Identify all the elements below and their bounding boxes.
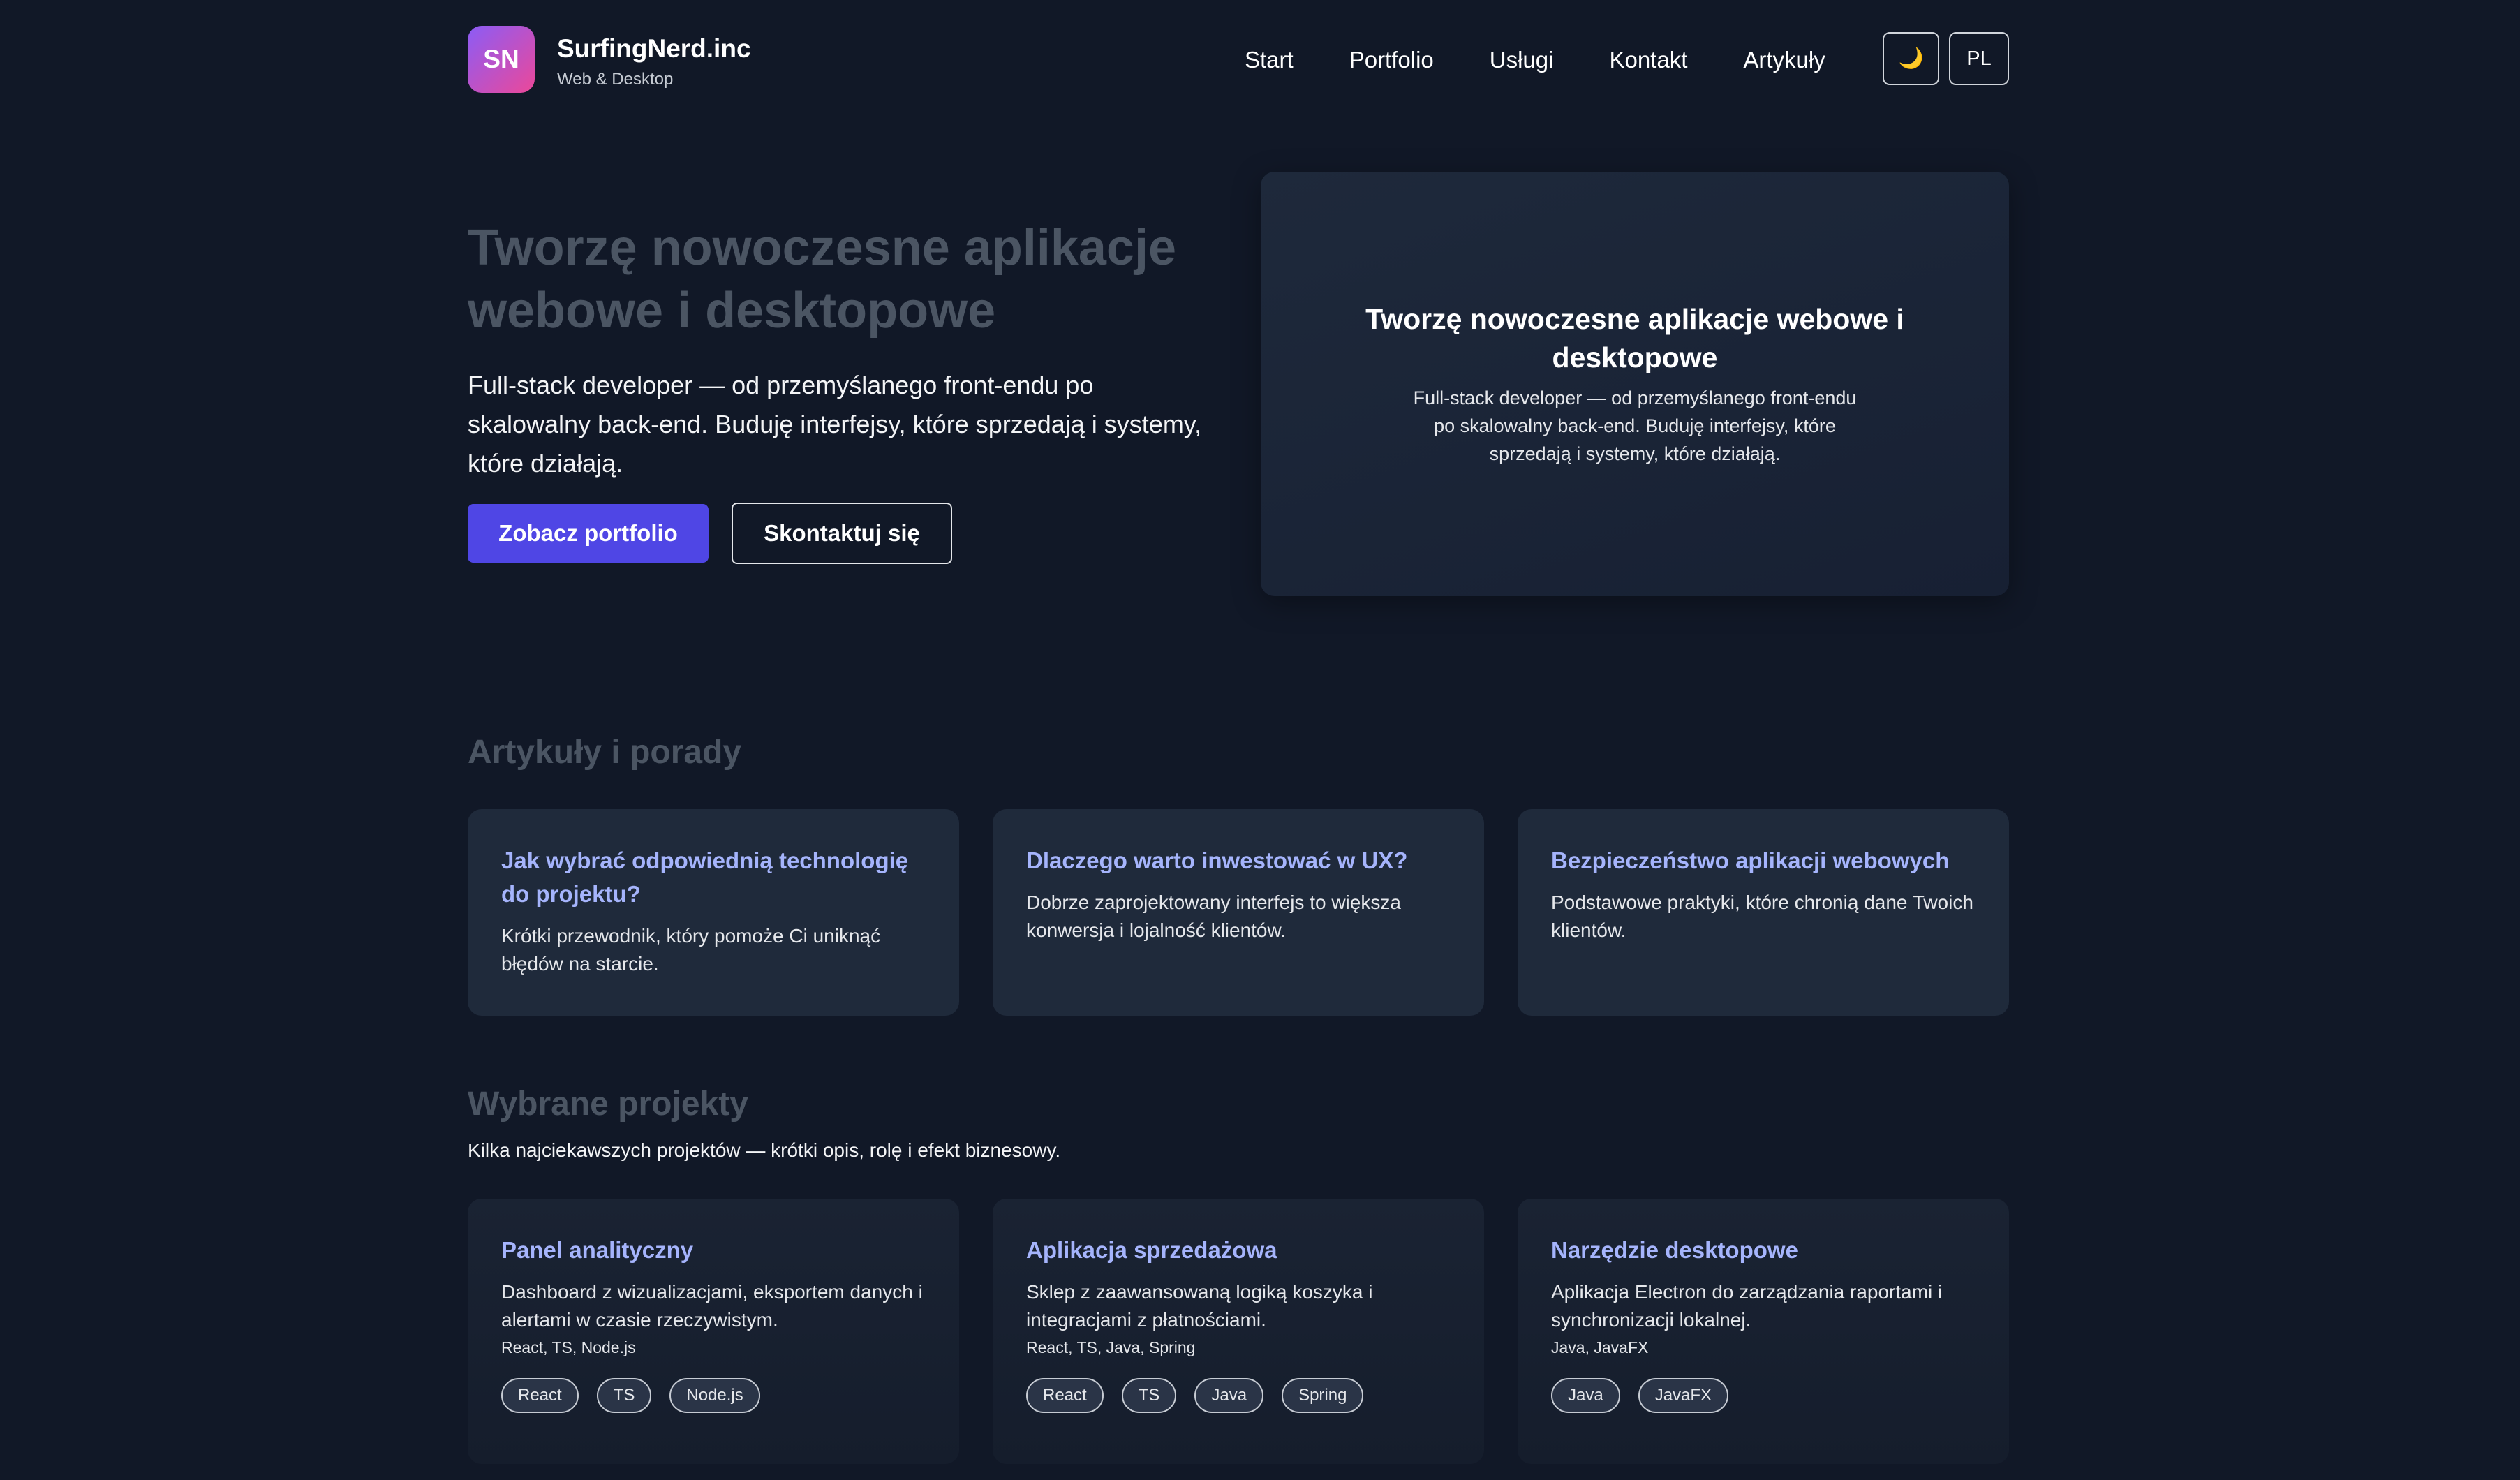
article-text: Podstawowe praktyki, które chronią dane … <box>1551 891 1973 941</box>
project-tech: React, TS, Java, Spring <box>1026 1338 1196 1356</box>
language-label: PL <box>1966 47 1992 70</box>
tag-list: React TS Node.js <box>501 1378 926 1413</box>
project-card[interactable]: Narzędzie desktopowe Aplikacja Electron … <box>1518 1199 2009 1464</box>
article-title[interactable]: Dlaczego warto inwestować w UX? <box>1026 844 1451 878</box>
nav-start[interactable]: Start <box>1245 47 1294 73</box>
moon-icon: 🌙 <box>1898 47 1924 70</box>
brand-name[interactable]: SurfingNerd.inc <box>557 34 751 64</box>
article-card[interactable]: Dlaczego warto inwestować w UX? Dobrze z… <box>993 809 1484 1016</box>
view-portfolio-button[interactable]: Zobacz portfolio <box>468 504 709 563</box>
nav-uslugi[interactable]: Usługi <box>1490 47 1554 73</box>
theme-toggle-button[interactable]: 🌙 <box>1883 32 1939 85</box>
projects-subtitle: Kilka najciekawszych projektów — krótki … <box>468 1139 1061 1161</box>
hero-description: Full-stack developer — od przemyślanego … <box>468 371 1202 478</box>
hero-card: Tworzę nowoczesne aplikacje webowe i des… <box>1261 172 2009 596</box>
language-button[interactable]: PL <box>1949 32 2009 85</box>
tag: Java <box>1194 1378 1264 1413</box>
tag: React <box>501 1378 579 1413</box>
project-tech: Java, JavaFX <box>1551 1338 1649 1356</box>
project-card[interactable]: Aplikacja sprzedażowa Sklep z zaawansowa… <box>993 1199 1484 1464</box>
article-card[interactable]: Jak wybrać odpowiednią technologię do pr… <box>468 809 959 1016</box>
project-description: Dashboard z wizualizacjami, eksportem da… <box>501 1281 923 1331</box>
project-description: Aplikacja Electron do zarządzania raport… <box>1551 1281 1943 1331</box>
article-card[interactable]: Bezpieczeństwo aplikacji webowych Podsta… <box>1518 809 2009 1016</box>
hero-card-text: Full-stack developer — od przemyślanego … <box>1413 387 1857 464</box>
hero-card-title: Tworzę nowoczesne aplikacje webowe i des… <box>1365 303 1904 373</box>
project-title[interactable]: Aplikacja sprzedażowa <box>1026 1234 1451 1267</box>
article-text: Krótki przewodnik, który pomoże Ci unikn… <box>501 925 881 975</box>
brand-subtitle: Web & Desktop <box>557 70 674 89</box>
contact-button[interactable]: Skontaktuj się <box>732 503 952 564</box>
project-card[interactable]: Panel analityczny Dashboard z wizualizac… <box>468 1199 959 1464</box>
site-header: SN SurfingNerd.inc Web & Desktop Start P… <box>468 26 2009 94</box>
projects-section-title: Wybrane projekty <box>468 1086 748 1123</box>
tag: Spring <box>1282 1378 1364 1413</box>
project-tech: React, TS, Node.js <box>501 1338 636 1356</box>
main-nav: Start Portfolio Usługi Kontakt Artykuły <box>1245 47 1825 73</box>
page: SN SurfingNerd.inc Web & Desktop Start P… <box>0 0 2520 1480</box>
tag: React <box>1026 1378 1104 1413</box>
nav-portfolio[interactable]: Portfolio <box>1349 47 1434 73</box>
nav-kontakt[interactable]: Kontakt <box>1609 47 1687 73</box>
tag: TS <box>596 1378 652 1413</box>
tag-list: React TS Java Spring <box>1026 1378 1451 1413</box>
nav-artykuly[interactable]: Artykuły <box>1743 47 1825 73</box>
tag: Node.js <box>669 1378 760 1413</box>
project-description: Sklep z zaawansowaną logiką koszyka i in… <box>1026 1281 1373 1331</box>
articles-section-title: Artykuły i porady <box>468 734 742 771</box>
hero-title: Tworzę nowoczesne aplikacje webowe i des… <box>468 220 1176 339</box>
tag-list: Java JavaFX <box>1551 1378 1976 1413</box>
project-title[interactable]: Narzędzie desktopowe <box>1551 1234 1976 1267</box>
project-title[interactable]: Panel analityczny <box>501 1234 926 1267</box>
article-text: Dobrze zaprojektowany interfejs to więks… <box>1026 891 1401 941</box>
article-title[interactable]: Jak wybrać odpowiednią technologię do pr… <box>501 844 920 911</box>
tag: TS <box>1121 1378 1177 1413</box>
tag: JavaFX <box>1638 1378 1729 1413</box>
logo[interactable]: SN <box>468 26 535 93</box>
tag: Java <box>1551 1378 1620 1413</box>
article-title[interactable]: Bezpieczeństwo aplikacji webowych <box>1551 844 1976 878</box>
